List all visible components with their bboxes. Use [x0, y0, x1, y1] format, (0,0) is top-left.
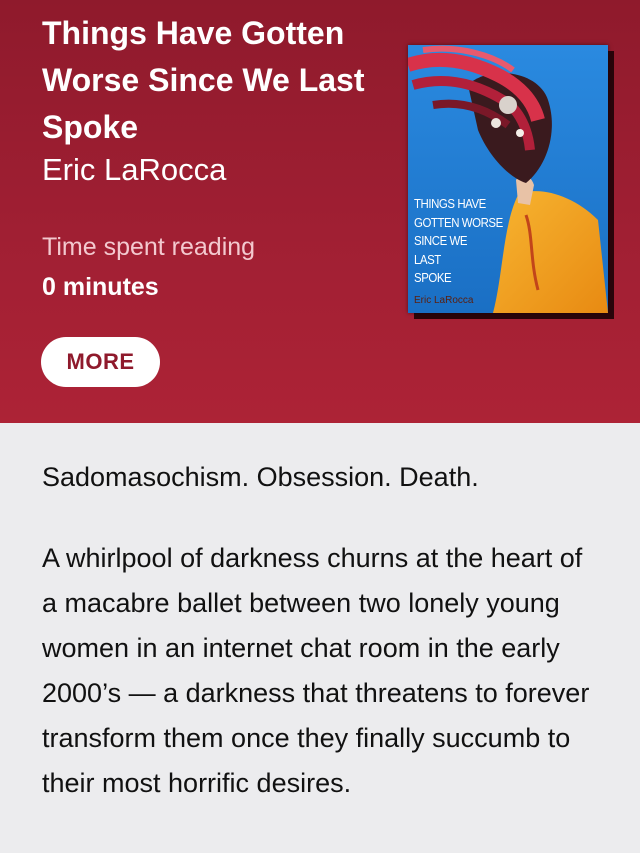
book-header: Things Have Gotten Worse Since We Last S… — [0, 0, 640, 423]
cover-author: Eric LaRocca — [414, 295, 474, 306]
book-description: Sadomasochism. Obsession. Death. A whirl… — [0, 423, 640, 806]
cover-title-line: THINGS HAVE — [414, 196, 486, 211]
book-cover[interactable]: THINGS HAVE GOTTEN WORSE SINCE WE LAST S… — [408, 45, 608, 313]
cover-title-line: GOTTEN WORSE — [414, 214, 503, 230]
time-spent-label: Time spent reading — [42, 233, 256, 261]
book-author[interactable]: Eric LaRocca — [42, 152, 226, 188]
cover-title-line: LAST — [414, 251, 441, 267]
book-title: Things Have Gotten Worse Since We Last S… — [42, 15, 365, 145]
book-tagline: Sadomasochism. Obsession. Death. — [42, 462, 479, 492]
cover-title: THINGS HAVE GOTTEN WORSE SINCE WE LAST S… — [414, 195, 503, 288]
book-description-text: A whirlpool of darkness churns at the he… — [42, 543, 590, 798]
cover-title-line: SPOKE — [414, 270, 452, 285]
time-spent-value: 0 minutes — [42, 273, 159, 301]
cover-title-line: SINCE WE — [414, 233, 468, 248]
more-button[interactable]: MORE — [41, 337, 160, 387]
